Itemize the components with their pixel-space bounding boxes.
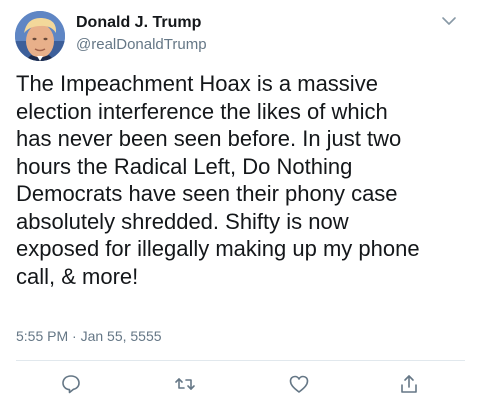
author-display-name[interactable]: Donald J. Trump <box>76 13 201 33</box>
retweet-icon <box>175 378 195 390</box>
tweet-timestamp[interactable]: 5:55 PM · Jan 55, 5555 <box>16 327 162 345</box>
tweet-menu-button[interactable] <box>441 14 457 28</box>
author-avatar[interactable] <box>15 11 65 61</box>
tweet-card: Donald J. Trump @realDonaldTrump The Imp… <box>0 0 480 410</box>
chevron-down-icon <box>442 17 456 25</box>
profile-photo-icon <box>15 11 65 61</box>
share-button[interactable] <box>398 373 420 395</box>
share-icon <box>401 375 417 393</box>
heart-icon <box>289 375 309 393</box>
divider <box>16 360 465 361</box>
retweet-button[interactable] <box>174 373 196 395</box>
reply-button[interactable] <box>60 373 82 395</box>
tweet-text: The Impeachment Hoax is a massive electi… <box>16 71 420 289</box>
like-button[interactable] <box>288 373 310 395</box>
reply-icon <box>62 375 80 394</box>
author-handle[interactable]: @realDonaldTrump <box>76 35 207 55</box>
